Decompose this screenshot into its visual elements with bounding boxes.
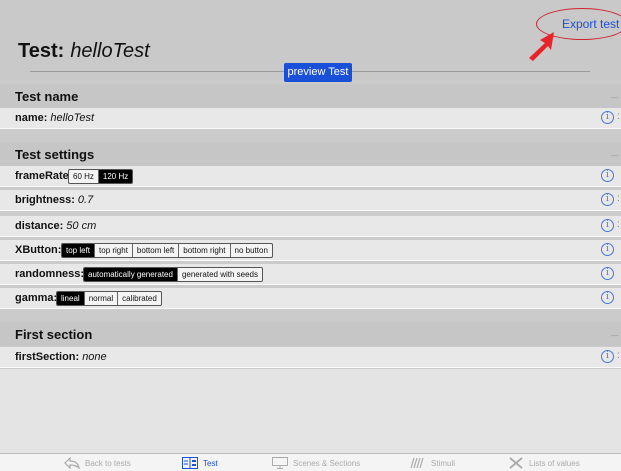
monitor-icon: [272, 457, 288, 469]
row-framerate: frameRate: 60 Hz 120 Hz i: [0, 166, 621, 187]
segment-automatically-generated[interactable]: automatically generated: [84, 268, 178, 281]
info-icon[interactable]: i: [601, 219, 614, 232]
xbutton-segmented-control[interactable]: top left top right bottom left bottom ri…: [61, 243, 273, 258]
row-label: distance: 50 cm: [15, 220, 96, 232]
segment-calibrated[interactable]: calibrated: [118, 292, 161, 305]
tab-lists-of-values[interactable]: Lists of values: [508, 456, 580, 470]
segment-normal[interactable]: normal: [85, 292, 119, 305]
info-icon[interactable]: i: [601, 243, 614, 256]
distance-label: distance:: [15, 220, 64, 232]
row-label: brightness: 0.7: [15, 194, 93, 206]
brightness-label: brightness:: [15, 194, 75, 206]
tab-label: Back to tests: [85, 458, 131, 468]
row-label: name: helloTest: [15, 112, 94, 124]
tab-back-to-tests[interactable]: Back to tests: [64, 456, 131, 470]
empty-area: [0, 369, 621, 453]
drag-handle-icon: :: [617, 219, 620, 230]
row-label: firstSection: none: [15, 351, 107, 363]
test-name-title: helloTest: [70, 40, 150, 62]
section-test-name: Test name —: [0, 84, 621, 108]
gamma-segmented-control[interactable]: lineal normal calibrated: [56, 291, 162, 306]
segment-no-button[interactable]: no button: [231, 244, 272, 257]
collapse-marker[interactable]: —: [611, 93, 619, 102]
brightness-value[interactable]: 0.7: [78, 194, 93, 206]
segment-120hz[interactable]: 120 Hz: [98, 170, 133, 183]
segment-bottom-left[interactable]: bottom left: [133, 244, 180, 257]
preview-test-button[interactable]: preview Test: [284, 63, 352, 82]
randomness-segmented-control[interactable]: automatically generated generated with s…: [83, 267, 264, 282]
info-icon[interactable]: i: [601, 267, 614, 280]
section-first-section: First section —: [0, 322, 621, 346]
segment-bottom-right[interactable]: bottom right: [179, 244, 231, 257]
stimuli-waves-icon: [410, 457, 424, 469]
segment-top-left[interactable]: top left: [62, 244, 96, 257]
collapse-marker[interactable]: —: [611, 331, 619, 340]
segment-top-right[interactable]: top right: [95, 244, 133, 257]
lists-x-icon: [509, 457, 523, 469]
tab-test[interactable]: Test: [182, 456, 218, 470]
firstsection-label: firstSection:: [15, 351, 80, 363]
section-title: First section: [15, 327, 93, 342]
tab-scenes-sections[interactable]: Scenes & Sections: [272, 456, 360, 470]
drag-handle-icon: :: [617, 111, 620, 122]
info-icon[interactable]: i: [601, 169, 614, 182]
row-name[interactable]: name: helloTest i :: [0, 108, 621, 129]
name-label: name:: [15, 112, 48, 124]
bottom-tab-bar: Back to tests Test Scenes & Sections Sti…: [0, 453, 621, 471]
back-arrow-icon: [64, 457, 80, 469]
row-distance[interactable]: distance: 50 cm i :: [0, 216, 621, 237]
info-icon[interactable]: i: [601, 111, 614, 124]
page-title: Test: helloTest: [18, 40, 150, 63]
firstsection-value[interactable]: none: [82, 351, 106, 363]
tab-label: Stimuli: [431, 458, 456, 468]
section-title: Test name: [15, 89, 79, 104]
segment-60hz[interactable]: 60 Hz: [69, 170, 99, 183]
row-firstsection[interactable]: firstSection: none i :: [0, 347, 621, 368]
annotation-arrow-icon: [529, 32, 554, 61]
tab-label: Scenes & Sections: [293, 458, 361, 468]
row-brightness[interactable]: brightness: 0.7 i :: [0, 190, 621, 211]
framerate-label: frameRate:: [15, 170, 73, 182]
xbutton-label: XButton:: [15, 244, 62, 256]
tab-label: Test: [203, 458, 218, 468]
name-value[interactable]: helloTest: [50, 112, 94, 124]
distance-value[interactable]: 50 cm: [66, 220, 96, 232]
section-title: Test settings: [15, 147, 95, 162]
header: Test: helloTest preview Test Export test …: [0, 0, 621, 82]
drag-handle-icon: :: [617, 350, 620, 361]
test-grid-icon: [182, 457, 198, 469]
tab-stimuli[interactable]: Stimuli: [410, 456, 455, 470]
tab-label: Lists of values: [529, 458, 580, 468]
collapse-marker[interactable]: —: [611, 151, 619, 160]
drag-handle-icon: :: [617, 193, 620, 204]
info-icon[interactable]: i: [601, 193, 614, 206]
info-icon[interactable]: i: [601, 291, 614, 304]
gamma-label: gamma:: [15, 292, 58, 304]
row-gamma: gamma: lineal normal calibrated i: [0, 288, 621, 309]
framerate-segmented-control[interactable]: 60 Hz 120 Hz: [68, 169, 134, 184]
export-test-link[interactable]: Export test >: [562, 17, 621, 31]
randomness-label: randomness:: [15, 268, 85, 280]
row-xbutton: XButton: top left top right bottom left …: [0, 240, 621, 261]
info-icon[interactable]: i: [601, 350, 614, 363]
segment-generated-with-seeds[interactable]: generated with seeds: [178, 268, 262, 281]
segment-lineal[interactable]: lineal: [57, 292, 85, 305]
title-label: Test:: [18, 40, 65, 62]
row-randomness: randomness: automatically generated gene…: [0, 264, 621, 285]
section-test-settings: Test settings —: [0, 142, 621, 166]
